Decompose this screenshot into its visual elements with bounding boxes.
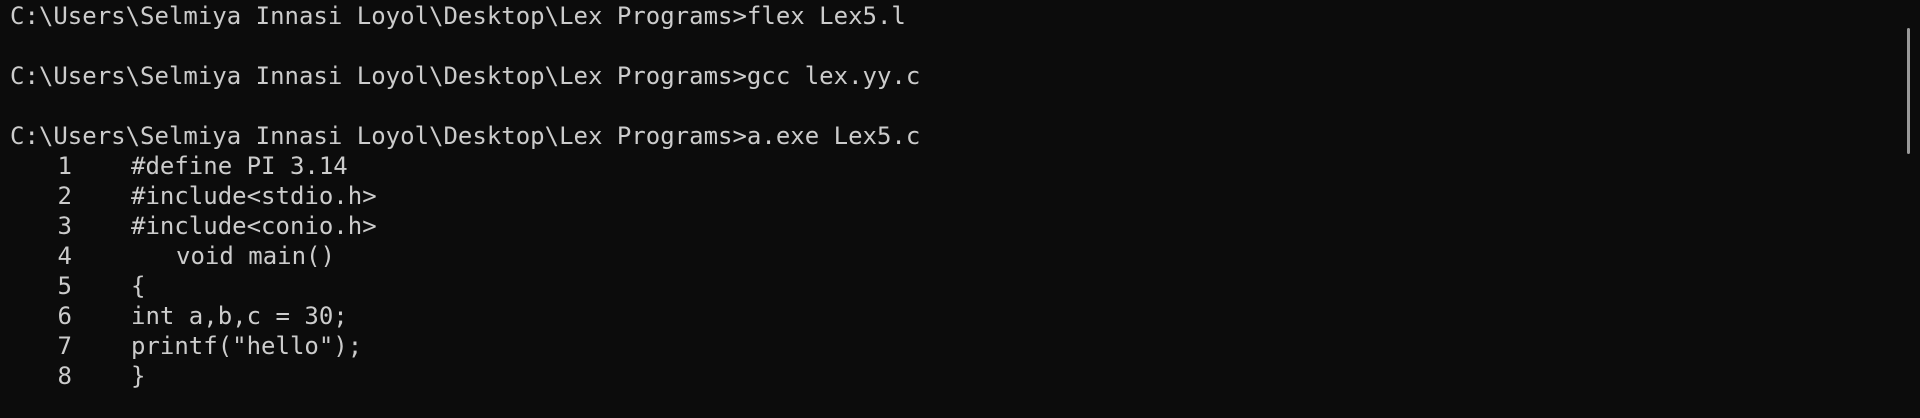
command-text: gcc lex.yy.c bbox=[746, 62, 921, 90]
command-line: C:\Users\Selmiya Innasi Loyol\Desktop\Le… bbox=[10, 1, 1880, 31]
line-number: 3 bbox=[57, 212, 72, 240]
line-number: 8 bbox=[57, 362, 72, 390]
terminal-window[interactable]: C:\Users\Selmiya Innasi Loyol\Desktop\Le… bbox=[0, 0, 1920, 418]
prompt: C:\Users\Selmiya Innasi Loyol\Desktop\Le… bbox=[10, 62, 747, 90]
line-text: printf("hello"); bbox=[131, 332, 363, 360]
command-text: flex Lex5.l bbox=[746, 2, 906, 30]
prompt: C:\Users\Selmiya Innasi Loyol\Desktop\Le… bbox=[10, 122, 747, 150]
command-line: C:\Users\Selmiya Innasi Loyol\Desktop\Le… bbox=[10, 121, 1880, 151]
line-text: void main() bbox=[176, 242, 335, 270]
command-text: a.exe Lex5.c bbox=[746, 122, 921, 150]
output-line: 1 #define PI 3.14 bbox=[10, 151, 1880, 181]
vertical-scrollbar[interactable] bbox=[1902, 0, 1916, 418]
line-text: #include<stdio.h> bbox=[131, 182, 377, 210]
line-text: int a,b,c = 30; bbox=[131, 302, 348, 330]
scrollbar-thumb[interactable] bbox=[1907, 28, 1910, 154]
line-number: 2 bbox=[57, 182, 72, 210]
prompt: C:\Users\Selmiya Innasi Loyol\Desktop\Le… bbox=[10, 2, 747, 30]
output-line: 5{ bbox=[10, 271, 1880, 301]
output-line: 2 #include<stdio.h> bbox=[10, 181, 1880, 211]
output-line: 3 #include<conio.h> bbox=[10, 211, 1880, 241]
line-text: { bbox=[131, 272, 146, 300]
output-line: 7 printf("hello"); bbox=[10, 331, 1880, 361]
line-text: #define PI 3.14 bbox=[131, 152, 348, 180]
command-line: C:\Users\Selmiya Innasi Loyol\Desktop\Le… bbox=[10, 61, 1880, 91]
output-line: 6 int a,b,c = 30; bbox=[10, 301, 1880, 331]
line-number: 5 bbox=[57, 272, 72, 300]
line-text: } bbox=[131, 362, 146, 390]
line-number: 6 bbox=[57, 302, 72, 330]
line-number: 4 bbox=[57, 242, 72, 270]
terminal-output: C:\Users\Selmiya Innasi Loyol\Desktop\Le… bbox=[10, 1, 1880, 391]
line-number: 7 bbox=[57, 332, 72, 360]
line-text: #include<conio.h> bbox=[131, 212, 377, 240]
line-number: 1 bbox=[57, 152, 72, 180]
output-line: 8} bbox=[10, 361, 1880, 391]
output-line: 4 void main() bbox=[10, 241, 1880, 271]
